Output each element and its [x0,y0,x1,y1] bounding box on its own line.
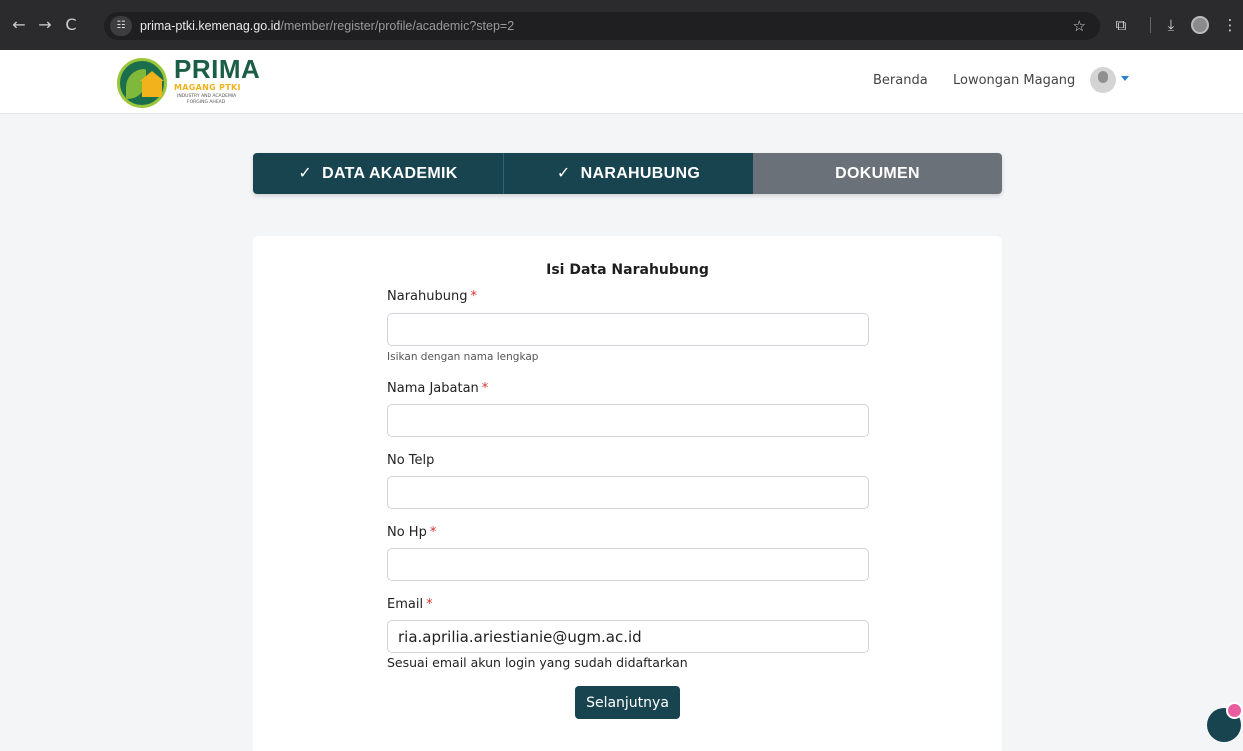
url-host: prima-ptki.kemenag.go.id [140,19,281,33]
registration-stepper: ✓ DATA AKADEMIK ✓ NARAHUBUNG DOKUMEN [253,153,1002,194]
step-data-akademik[interactable]: ✓ DATA AKADEMIK [253,153,503,194]
required-mark: * [429,525,437,540]
browser-toolbar: ← → C ☷ prima-ptki.kemenag.go.id/member/… [0,0,1243,50]
step-dokumen[interactable]: DOKUMEN [753,153,1002,194]
prima-logo[interactable]: PRIMA MAGANG PTKI INDUSTRY AND ACADEMIA … [117,56,287,108]
reload-icon[interactable]: C [58,10,84,40]
step-label: NARAHUBUNG [580,165,701,182]
label-no-hp: No Hp * [387,525,437,540]
narahubung-form-card: Isi Data Narahubung Narahubung * Isikan d… [253,236,1002,751]
forward-icon[interactable]: → [32,10,58,40]
step-label: DATA AKADEMIK [322,165,458,182]
no-hp-input[interactable] [387,548,869,581]
label-email: Email * [387,597,433,612]
email-help: Sesuai email akun login yang sudah didaf… [387,655,688,670]
narahubung-help: Isikan dengan nama lengkap [387,351,539,363]
logo-tagline-2: FORGING AHEAD [187,100,226,105]
check-icon: ✓ [298,165,313,182]
required-mark: * [481,381,489,396]
address-bar[interactable]: ☷ prima-ptki.kemenag.go.id/member/regist… [104,12,1100,40]
extensions-icon[interactable]: ⧉ [1108,10,1134,40]
required-mark: * [426,597,433,612]
step-label: DOKUMEN [835,165,920,182]
nav-beranda[interactable]: Beranda [873,72,928,90]
required-mark: * [470,289,477,304]
nama-jabatan-input[interactable] [387,404,869,437]
no-telp-input[interactable] [387,476,869,509]
site-header: PRIMA MAGANG PTKI INDUSTRY AND ACADEMIA … [0,50,1243,114]
toolbar-divider [1150,17,1151,33]
logo-emblem-icon [117,58,167,108]
label-no-telp: No Telp [387,453,435,468]
user-avatar[interactable] [1090,67,1116,93]
check-icon: ✓ [556,165,571,182]
download-icon[interactable]: ⤓ [1158,10,1184,40]
step-narahubung[interactable]: ✓ NARAHUBUNG [503,153,753,194]
narahubung-input[interactable] [387,313,869,346]
back-icon[interactable]: ← [6,10,32,40]
browser-profile-avatar[interactable] [1191,16,1209,34]
widget-badge-icon[interactable] [1226,702,1243,719]
browser-menu-icon[interactable]: ⋮ [1217,10,1243,40]
selanjutnya-button[interactable]: Selanjutnya [575,686,680,719]
logo-title: PRIMA [174,54,261,84]
url-text[interactable]: prima-ptki.kemenag.go.id/member/register… [140,12,514,40]
email-input[interactable] [387,620,869,653]
url-path: /member/register/profile/academic?step=2 [280,19,515,33]
label-narahubung: Narahubung * [387,289,477,304]
site-info-icon[interactable]: ☷ [110,16,132,36]
bookmark-star-icon[interactable]: ☆ [1073,12,1086,40]
nav-lowongan-magang[interactable]: Lowongan Magang [953,72,1075,90]
label-nama-jabatan: Nama Jabatan * [387,381,489,396]
logo-subtitle: MAGANG PTKI [174,83,241,92]
chevron-down-icon[interactable] [1121,76,1129,81]
form-title: Isi Data Narahubung [546,262,709,278]
